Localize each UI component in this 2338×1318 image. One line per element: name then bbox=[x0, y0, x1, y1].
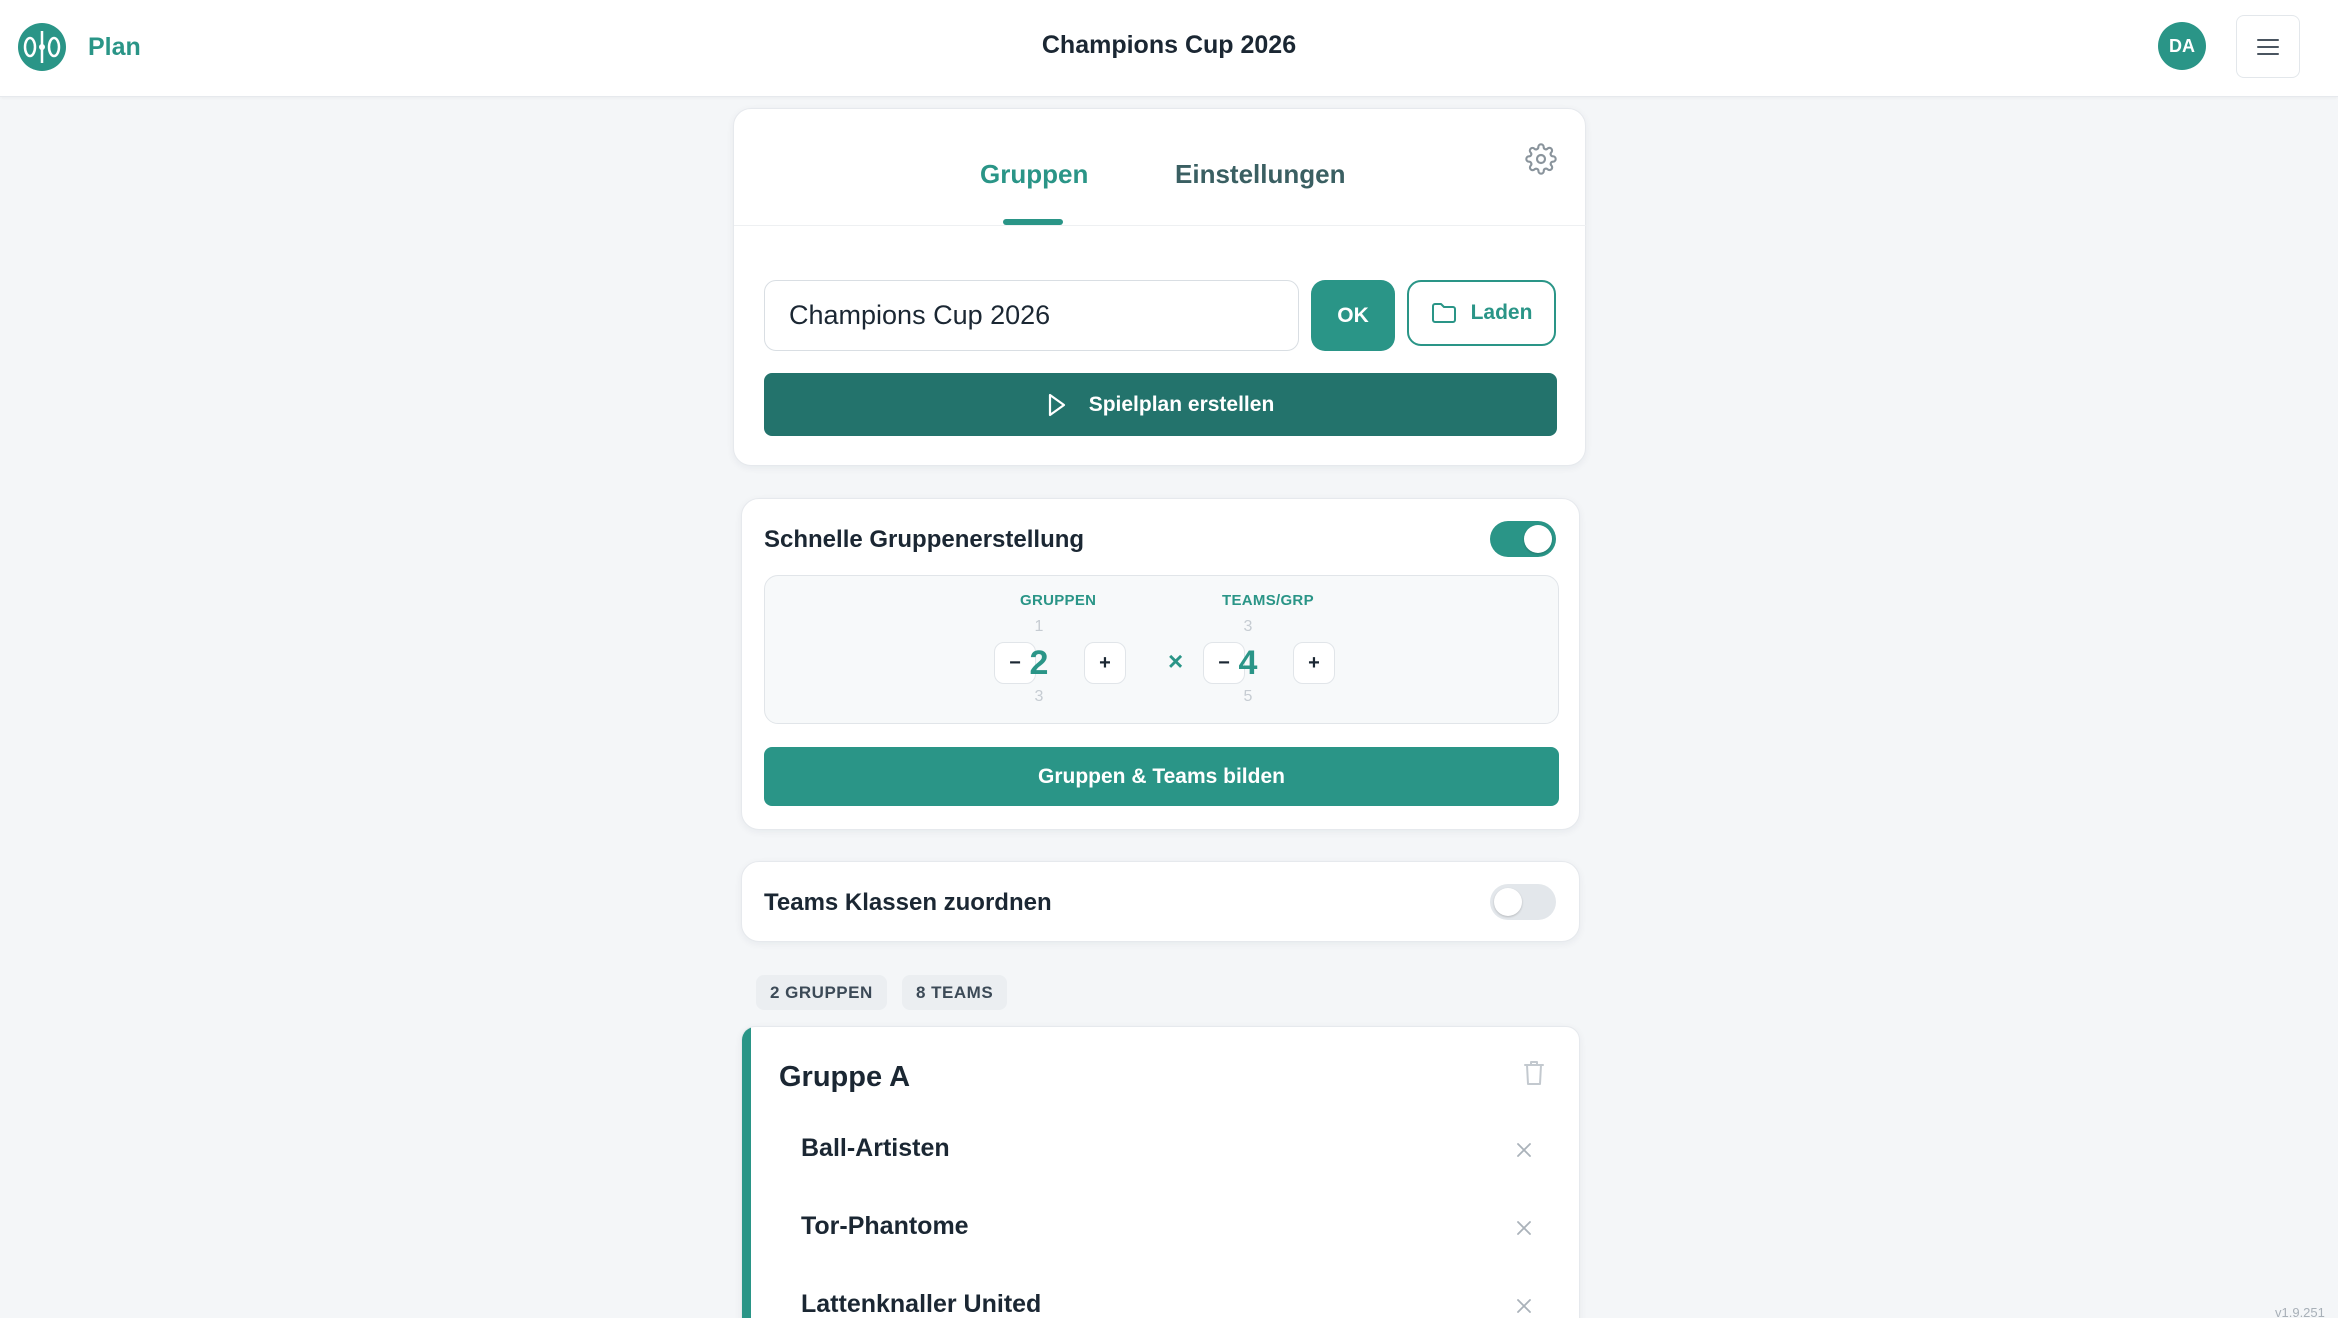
quick-group-label: Schnelle Gruppenerstellung bbox=[764, 526, 1085, 553]
groups-increment-button[interactable]: + bbox=[1084, 642, 1126, 684]
create-schedule-label: Spielplan erstellen bbox=[1088, 392, 1275, 416]
group-title[interactable]: Gruppe A bbox=[779, 1061, 910, 1094]
active-tab-indicator bbox=[1003, 219, 1063, 225]
top-bar: Plan Champions Cup 2026 DA bbox=[0, 0, 2338, 97]
load-button-label: Laden bbox=[1470, 301, 1533, 324]
team-row[interactable]: Lattenknaller United bbox=[801, 1290, 1561, 1318]
hamburger-menu-icon bbox=[2257, 38, 2279, 55]
tournament-name-input[interactable] bbox=[764, 280, 1299, 351]
groups-next-value: 3 bbox=[1034, 688, 1044, 705]
teams-per-group-label: TEAMS/GRP bbox=[1222, 592, 1314, 609]
avatar[interactable]: DA bbox=[2158, 22, 2206, 70]
groups-count-badge: 2 GRUPPEN bbox=[756, 975, 887, 1010]
group-accent-bar bbox=[742, 1027, 751, 1318]
load-button[interactable]: Laden bbox=[1407, 280, 1556, 346]
groups-label: GRUPPEN bbox=[1020, 592, 1097, 609]
menu-button[interactable] bbox=[2236, 15, 2300, 78]
tab-bar: Gruppen Einstellungen bbox=[734, 109, 1587, 226]
toggle-knob bbox=[1524, 525, 1552, 553]
team-name: Ball-Artisten bbox=[801, 1134, 950, 1162]
group-stepper-panel: GRUPPEN 1 − 2 + 3 × TEAMS/GRP 3 − 4 + 5 bbox=[764, 575, 1559, 724]
team-row[interactable]: Tor-Phantome bbox=[801, 1212, 1561, 1252]
tab-gruppen[interactable]: Gruppen bbox=[980, 159, 1088, 190]
page-title: Champions Cup 2026 bbox=[1041, 31, 1297, 59]
play-icon bbox=[1048, 393, 1065, 416]
create-schedule-button[interactable]: Spielplan erstellen bbox=[764, 373, 1557, 436]
team-row[interactable]: Ball-Artisten bbox=[801, 1134, 1561, 1174]
quick-group-card: Schnelle Gruppenerstellung GRUPPEN 1 − 2… bbox=[741, 498, 1580, 830]
gear-icon[interactable] bbox=[1525, 143, 1557, 175]
assign-classes-toggle[interactable] bbox=[1490, 884, 1556, 920]
teams-count-badge: 8 TEAMS bbox=[902, 975, 1008, 1010]
build-groups-button[interactable]: Gruppen & Teams bilden bbox=[764, 747, 1559, 806]
assign-classes-label: Teams Klassen zuordnen bbox=[764, 889, 1052, 916]
remove-team-icon[interactable] bbox=[1512, 1138, 1536, 1162]
team-name: Lattenknaller United bbox=[801, 1290, 1042, 1318]
tournament-card: Gruppen Einstellungen OK Laden Spielplan… bbox=[733, 108, 1587, 466]
teams-next-value: 5 bbox=[1243, 688, 1253, 705]
tab-einstellungen[interactable]: Einstellungen bbox=[1175, 159, 1345, 190]
version-label: v1.9.251 bbox=[2275, 1305, 2325, 1318]
groups-value: 2 bbox=[1029, 644, 1049, 682]
teams-prev-value: 3 bbox=[1243, 618, 1253, 635]
groups-prev-value: 1 bbox=[1034, 618, 1044, 635]
group-card: Gruppe A Ball-Artisten Tor-Phantome Latt… bbox=[741, 1026, 1580, 1318]
team-name: Tor-Phantome bbox=[801, 1212, 969, 1240]
teams-increment-button[interactable]: + bbox=[1293, 642, 1335, 684]
quick-group-toggle[interactable] bbox=[1490, 521, 1556, 557]
remove-team-icon[interactable] bbox=[1512, 1216, 1536, 1240]
teams-value: 4 bbox=[1238, 644, 1258, 682]
assign-classes-card: Teams Klassen zuordnen bbox=[741, 861, 1580, 942]
ok-button[interactable]: OK bbox=[1311, 280, 1395, 351]
trash-icon[interactable] bbox=[1522, 1059, 1546, 1087]
toggle-knob bbox=[1494, 888, 1522, 916]
remove-team-icon[interactable] bbox=[1512, 1294, 1536, 1318]
times-sign: × bbox=[1168, 646, 1184, 676]
folder-icon bbox=[1431, 303, 1456, 323]
